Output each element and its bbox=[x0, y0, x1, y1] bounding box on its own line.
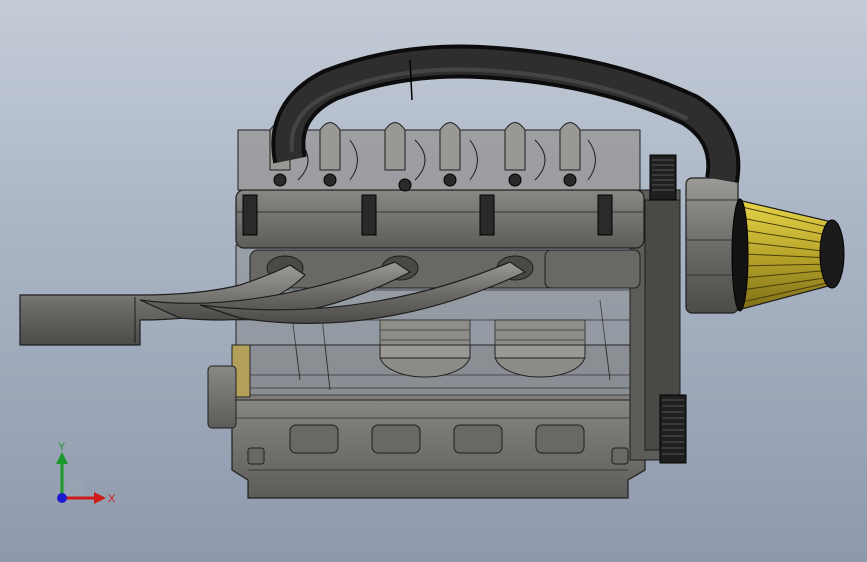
throttle-body[interactable] bbox=[685, 177, 739, 314]
cylinder-head[interactable] bbox=[235, 189, 645, 249]
air-filter[interactable] bbox=[731, 198, 845, 312]
view-triad: Y X bbox=[56, 441, 116, 505]
x-axis-label: X bbox=[108, 493, 116, 505]
z-axis-icon bbox=[57, 493, 67, 503]
engine-model[interactable] bbox=[0, 0, 867, 562]
drive-pulley-lower[interactable] bbox=[659, 394, 687, 464]
graphics-viewport[interactable]: Y X bbox=[0, 0, 867, 562]
crank-nose[interactable] bbox=[207, 365, 237, 429]
x-axis-arrow-icon bbox=[94, 492, 106, 504]
intake-runners[interactable] bbox=[249, 249, 641, 289]
y-axis-label: Y bbox=[58, 441, 66, 453]
drive-pulley-upper[interactable] bbox=[649, 154, 677, 201]
y-axis-arrow-icon bbox=[56, 452, 68, 464]
oil-pan[interactable] bbox=[231, 394, 646, 499]
